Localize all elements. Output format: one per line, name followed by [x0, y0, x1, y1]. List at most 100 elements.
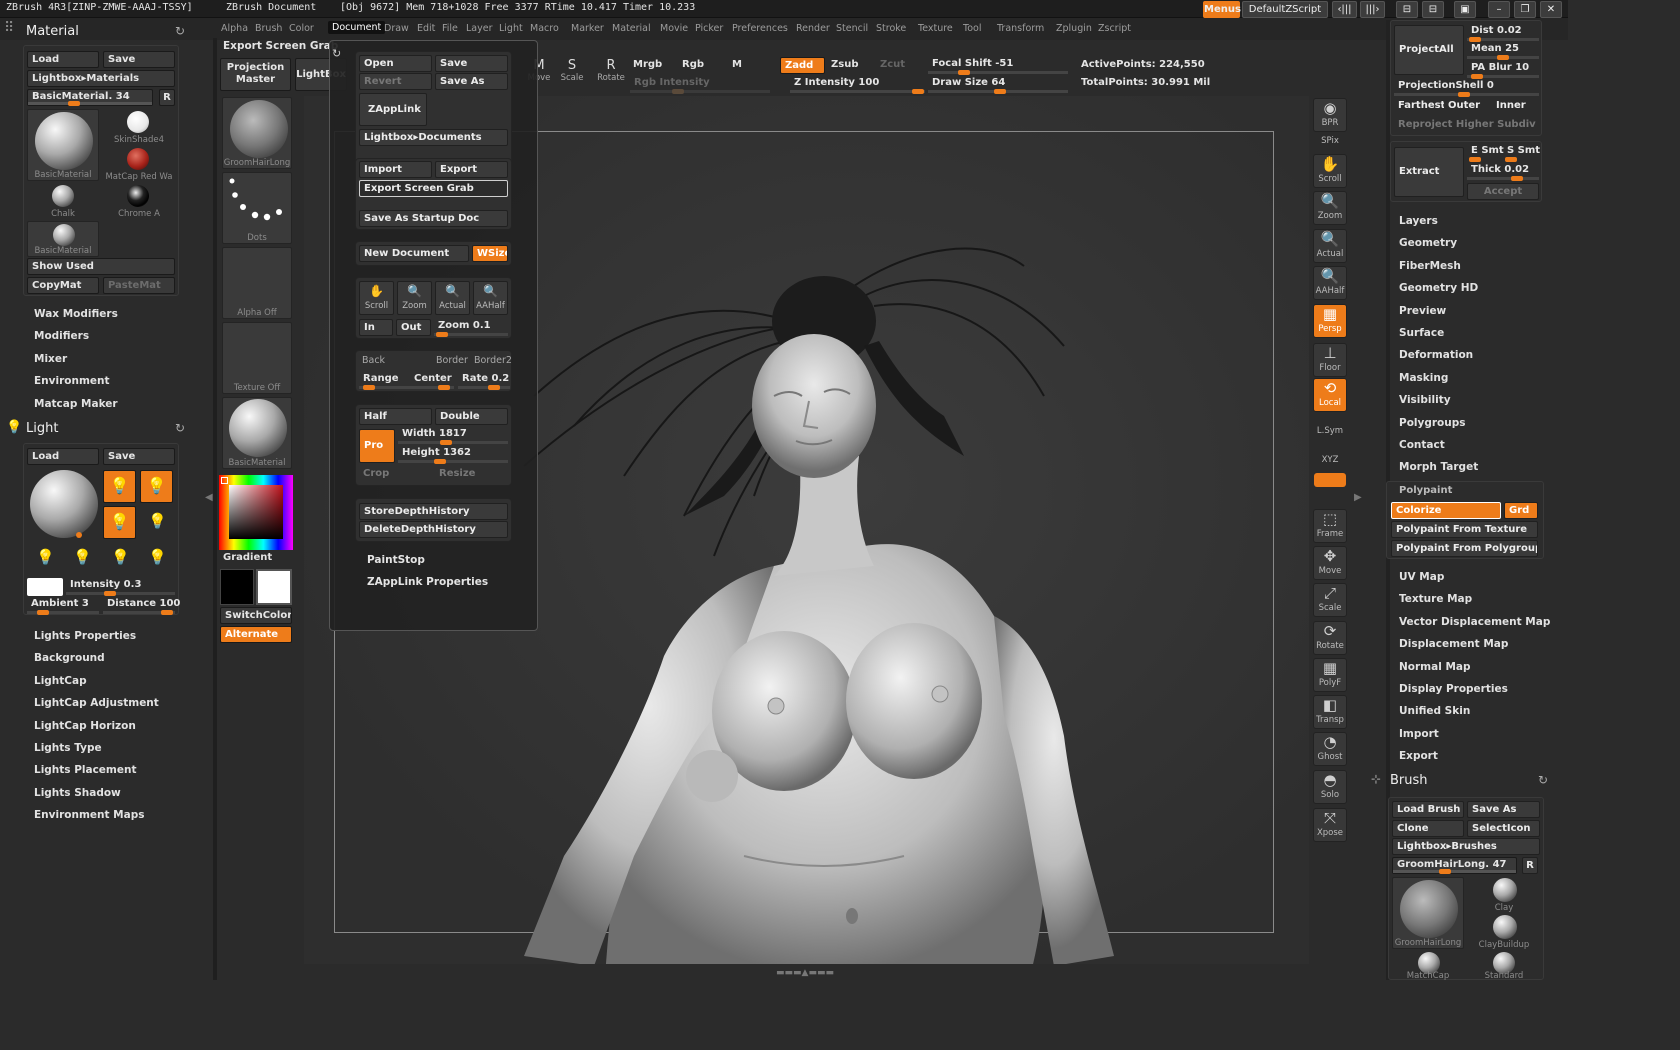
brush-title[interactable]: Brush	[1390, 773, 1428, 788]
shelf-zoom-button[interactable]: 🔍 Zoom	[1313, 191, 1347, 225]
shelf-actual-button[interactable]: 🔍 Actual	[1313, 229, 1347, 263]
doc-save-as-button[interactable]: Save As	[435, 73, 508, 90]
lightbox-documents-button[interactable]: Lightbox▸Documents	[359, 129, 508, 146]
inner-button[interactable]: Inner	[1492, 98, 1539, 115]
texture-thumb[interactable]: Texture Off	[222, 322, 292, 394]
menu-stencil[interactable]: Stencil	[836, 23, 868, 34]
menu-zplugin[interactable]: Zplugin	[1056, 23, 1092, 34]
light-intensity-slider[interactable]: Intensity 0.3	[66, 578, 175, 596]
zcut-button[interactable]: Zcut	[880, 59, 905, 70]
menus-button[interactable]: Menus	[1203, 1, 1241, 18]
shelf-xpose-button[interactable]: ⤧ Xpose	[1313, 808, 1347, 842]
material-lightbox-button[interactable]: Lightbox▸Materials	[27, 70, 175, 87]
tool-subitem[interactable]: Import	[1399, 728, 1439, 740]
import-button[interactable]: Import	[359, 161, 432, 178]
tool-subitem[interactable]: Export	[1399, 750, 1438, 762]
light4-bulb-icon[interactable]: 💡	[148, 512, 167, 530]
color-picker[interactable]	[219, 475, 293, 550]
material-thumb-matcap-red[interactable]: MatCap Red Wa	[103, 146, 175, 182]
center-slider[interactable]: Center	[410, 372, 454, 390]
menu-layer[interactable]: Layer	[466, 23, 493, 34]
brush-r-button[interactable]: R	[1522, 857, 1538, 874]
brush-palette-grip-icon[interactable]: ⊹	[1371, 772, 1381, 786]
brush-thumb-groomhair[interactable]: GroomHairLong	[1392, 877, 1464, 949]
light5-bulb-icon[interactable]: 💡	[36, 548, 55, 566]
tool-subitem[interactable]: Polygroups	[1399, 417, 1466, 429]
tool-subitem[interactable]: Texture Map	[1399, 593, 1472, 605]
shelf-scroll-button[interactable]: ✋ Scroll	[1313, 154, 1347, 188]
light-subitem[interactable]: Background	[34, 652, 105, 664]
tool-subitem[interactable]: Normal Map	[1399, 661, 1471, 673]
border-button[interactable]: Border	[436, 355, 468, 366]
light-color-swatch[interactable]	[27, 578, 63, 596]
light6-bulb-icon[interactable]: 💡	[73, 548, 92, 566]
rgb-intensity-slider[interactable]: Rgb Intensity	[630, 76, 770, 94]
ambient-slider[interactable]: Ambient 3	[27, 597, 99, 615]
thick-slider[interactable]: Thick 0.02	[1467, 163, 1539, 181]
zapplink-button[interactable]: ZAppLink	[359, 93, 427, 126]
light-subitem[interactable]: Lights Placement	[34, 764, 137, 776]
shelf-persp-button[interactable]: ▦ Persp	[1313, 304, 1347, 338]
menu-color[interactable]: Color	[289, 23, 314, 34]
tool-subitem[interactable]: Geometry HD	[1399, 282, 1478, 294]
double-button[interactable]: Double	[435, 408, 508, 425]
dist-slider[interactable]: Dist 0.02	[1467, 24, 1539, 42]
shelf-solo-button[interactable]: ◓ Solo	[1313, 770, 1347, 804]
pastemat-button[interactable]: PasteMat	[103, 277, 175, 294]
clone-button[interactable]: Clone	[1392, 820, 1464, 837]
load-brush-button[interactable]: Load Brush	[1392, 801, 1464, 818]
material-subitem[interactable]: Matcap Maker	[34, 398, 118, 410]
menu-macro[interactable]: Macro	[530, 23, 559, 34]
colorize-button[interactable]: Colorize	[1391, 502, 1501, 519]
alternate-button[interactable]: Alternate	[220, 626, 292, 643]
mrgb-button[interactable]: Mrgb	[633, 59, 662, 70]
doc-zoom-slider[interactable]: Zoom 0.1	[434, 319, 508, 337]
alpha-thumb[interactable]: Alpha Off	[222, 247, 292, 319]
light-save-button[interactable]: Save	[103, 448, 175, 465]
material-subitem[interactable]: Modifiers	[34, 330, 89, 342]
brush-thumb-claybuildup[interactable]: ClayBuildup	[1469, 914, 1539, 950]
outer-button[interactable]: Outer	[1444, 98, 1492, 115]
material-save-button[interactable]: Save	[103, 51, 175, 68]
material-thumb-skinshade[interactable]: SkinShade4	[103, 109, 175, 145]
shelf-frame-button[interactable]: ⬚ Frame	[1313, 509, 1347, 543]
paintstop-item[interactable]: PaintStop	[367, 554, 425, 566]
light1-bulb-icon[interactable]: 💡	[103, 470, 136, 503]
shelf-move-button[interactable]: ✥ Move	[1313, 546, 1347, 580]
collapse-left-arrow-icon[interactable]: ◀	[205, 492, 213, 503]
switchcolor-button[interactable]: SwitchColor	[220, 607, 292, 624]
doc-zoom-button[interactable]: 🔍 Zoom	[397, 281, 432, 315]
brush-thumb-clay[interactable]: Clay	[1469, 877, 1539, 913]
light-title[interactable]: Light	[26, 421, 58, 436]
e-smt-slider[interactable]: E Smt	[1467, 144, 1504, 162]
store-depth-history-button[interactable]: StoreDepthHistory	[359, 503, 508, 520]
material-r-button[interactable]: R	[159, 89, 175, 106]
material-subitem[interactable]: Wax Modifiers	[34, 308, 118, 320]
collapse-right-arrow-icon[interactable]: ▶	[1354, 492, 1362, 503]
tool-subitem[interactable]: Layers	[1399, 215, 1438, 227]
shelf-polyf-button[interactable]: ▦ PolyF	[1313, 658, 1347, 692]
material-refresh-icon[interactable]: ↻	[175, 24, 185, 38]
shelf-lsym-button[interactable]: L.Sym	[1313, 423, 1347, 439]
material-thumb-chrome[interactable]: Chrome A	[103, 183, 175, 219]
doc-scroll-button[interactable]: ✋ Scroll	[359, 281, 394, 315]
minimize-icon[interactable]: –	[1488, 1, 1510, 18]
menu-texture[interactable]: Texture	[918, 23, 953, 34]
shelf-floor-button[interactable]: ⊥ Floor	[1313, 343, 1347, 377]
material-thumb-basic-2[interactable]: BasicMaterial	[27, 221, 99, 257]
document-menu-refresh-icon[interactable]: ↻	[332, 47, 341, 60]
polypaint-title[interactable]: Polypaint	[1399, 485, 1452, 496]
shelf-spix-button[interactable]: SPix	[1313, 133, 1347, 149]
tool-subitem[interactable]: Geometry	[1399, 237, 1457, 249]
accept-button[interactable]: Accept	[1467, 183, 1539, 200]
grd-button[interactable]: Grd	[1504, 502, 1538, 519]
doc-aahalf-button[interactable]: 🔍 AAHalf	[473, 281, 508, 315]
tool-subitem[interactable]: FiberMesh	[1399, 260, 1461, 272]
shelf-bpr-button[interactable]: ◉ BPR	[1313, 98, 1347, 132]
light-subitem[interactable]: Lights Properties	[34, 630, 136, 642]
shelf-scale-button[interactable]: ⤢ Scale	[1313, 583, 1347, 617]
tool-subitem[interactable]: Contact	[1399, 439, 1445, 451]
light-subitem[interactable]: Environment Maps	[34, 809, 144, 821]
material-thumb-basic[interactable]: BasicMaterial	[27, 109, 99, 181]
maximize-icon[interactable]: ❐	[1514, 1, 1536, 18]
